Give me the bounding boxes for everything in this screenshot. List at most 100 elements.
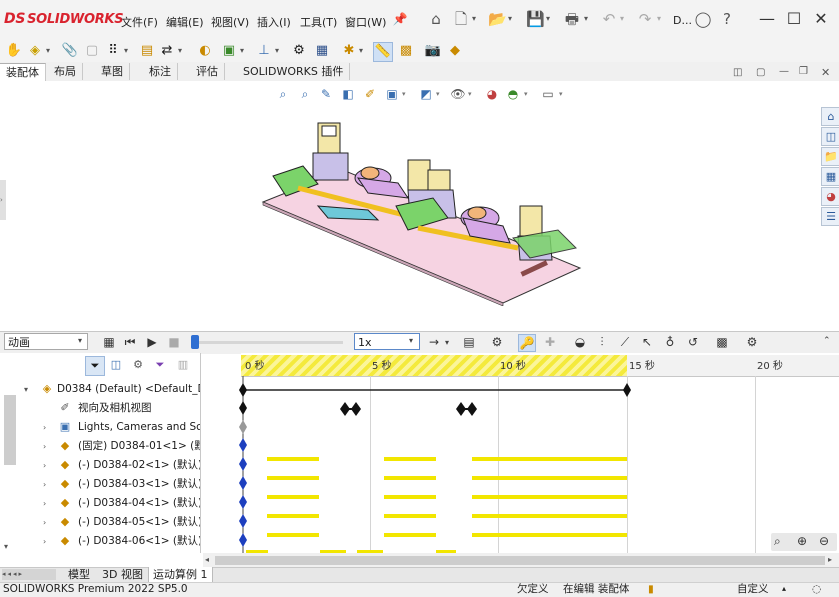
previous-view-icon[interactable]: ✎ [318,86,334,102]
bill-of-materials-icon[interactable]: ▦ [313,42,331,60]
timeline-keys[interactable] [236,376,636,556]
new-document-icon[interactable]: 🗋 [452,10,470,28]
smart-fasteners-icon[interactable]: ▤ [138,42,156,60]
bottom-tab-motion-study-1[interactable]: 运动算例 1 [148,567,213,582]
study-type-select[interactable]: 动画 [4,333,88,350]
expand-chevron-right-icon[interactable]: › [43,494,46,513]
edit-component-icon[interactable]: ✋ [5,42,23,60]
redo-dropdown-icon[interactable]: ▾ [657,14,661,23]
task-pane-design-library-icon[interactable]: 📁 [821,147,839,166]
task-pane-custom-properties-icon[interactable]: ☰ [821,207,839,226]
linear-pattern-icon[interactable]: ⠿ [104,42,122,60]
view-orientation-icon[interactable]: ▣ [384,86,400,102]
assembly-model[interactable] [258,118,588,306]
speed-chevron-down-icon[interactable]: ▾ [409,336,413,345]
expand-chevron-down-icon[interactable]: ▾ [24,380,28,399]
motor-icon[interactable]: ◒ [572,334,588,350]
expand-chevron-right-icon[interactable]: › [43,437,46,456]
hide-show-items-icon[interactable]: 👁 [450,86,466,102]
tree-scroll-down-icon[interactable]: ▾ [4,542,8,551]
filter-selected-icon[interactable]: ⚙ [129,356,147,374]
calculate-icon[interactable]: ▦ [101,334,117,350]
timeline-ruler-extended[interactable] [627,355,839,377]
filter-results-icon[interactable]: ⏷ [151,356,169,374]
add-key-icon[interactable]: ✚ [542,334,558,350]
display-style-icon[interactable]: ◩ [418,86,434,102]
zoom-to-fit-icon[interactable]: ⌕ [275,86,291,102]
zoom-in-timeline-icon[interactable]: ⊕ [797,534,807,548]
timeline-ruler[interactable] [241,355,627,377]
insert-dropdown-icon[interactable]: ▾ [46,46,50,55]
edit-appearance-icon[interactable]: ◕ [484,86,500,102]
playback-mode-dropdown-icon[interactable]: ▾ [445,338,449,347]
orientation-dropdown-icon[interactable]: ▾ [402,90,406,98]
spring-icon[interactable]: ⫶ [594,334,610,350]
force-icon[interactable]: ↖ [639,334,655,350]
display-dropdown-icon[interactable]: ▾ [436,90,440,98]
stop-icon[interactable]: ■ [166,334,182,350]
menu-tools[interactable]: 工具(T) [300,14,337,30]
task-pane-file-explorer-icon[interactable]: ▦ [821,167,839,186]
explode-dropdown-icon[interactable]: ▾ [359,46,363,55]
save-dropdown-icon[interactable]: ▾ [546,14,550,23]
minimize-button[interactable]: — [756,8,778,30]
filter-animated-icon[interactable]: ⏷ [85,356,105,376]
gravity-icon[interactable]: ↺ [685,334,701,350]
menu-edit[interactable]: 编辑(E) [166,14,204,30]
view-settings-dropdown-icon[interactable]: ▾ [559,90,563,98]
instant3d-icon[interactable]: 📏 [373,42,393,62]
collapse-motion-manager-icon[interactable]: ⌃ [823,336,831,346]
unit-system[interactable]: 自定义 [737,582,769,596]
snapshot-icon[interactable]: 📷 [424,42,442,60]
animation-wizard-icon[interactable]: ⚙ [489,334,505,350]
doc-minimize-button[interactable]: — [779,66,789,77]
tree-scrollbar[interactable] [4,395,16,465]
playback-mode-icon[interactable]: → [426,334,442,350]
save-animation-icon[interactable]: ▤ [461,334,477,350]
damper-icon[interactable]: ⟋ [617,334,633,350]
help-icon[interactable]: ? [718,10,736,28]
show-hidden-icon[interactable]: ◐ [196,42,214,60]
tab-scroll-arrows[interactable]: ◂◂◂▸ [2,569,56,580]
expand-chevron-right-icon[interactable]: › [43,475,46,494]
apply-scene-icon[interactable]: ◓ [505,86,521,102]
tree-row-assembly[interactable]: ▾ ◈ D0384 (Default) <Default_Dis [0,380,200,399]
task-pane-appearances-icon[interactable]: ◕ [821,187,839,206]
account-icon[interactable]: ◯ [694,10,712,28]
playback-slider-handle[interactable] [191,335,199,349]
tree-row-view-camera[interactable]: ✐ 视向及相机视图 [0,399,200,418]
task-pane-home-icon[interactable]: ⌂ [821,107,839,126]
play-icon[interactable]: ▶ [144,334,160,350]
expand-chevron-right-icon[interactable]: › [43,418,46,437]
maximize-button[interactable]: ☐ [783,8,805,30]
menu-view[interactable]: 视图(V) [211,14,249,30]
insert-components-icon[interactable]: ◈ [26,42,44,60]
tree-row-part-06[interactable]: › ◆ (-) D0384-06<1> (默认) - [0,532,200,551]
panel-tile-icon[interactable]: ▢ [756,67,765,78]
new-dropdown-icon[interactable]: ▾ [472,14,476,23]
tree-row-part-03[interactable]: › ◆ (-) D0384-03<1> (默认) - [0,475,200,494]
move-component-icon[interactable]: ⇄ [158,42,176,60]
tree-row-part-02[interactable]: › ◆ (-) D0384-02<1> (默认) - [0,456,200,475]
status-options-icon[interactable]: ◌ [812,582,821,596]
unit-system-chevron-up-icon[interactable]: ▴ [782,582,786,596]
filter-driving-icon[interactable]: ◫ [107,356,125,374]
zoom-timeline-icon[interactable]: ▥ [174,356,192,374]
task-pane-3dcontent-icon[interactable]: ◫ [821,127,839,146]
doc-close-button[interactable]: ✕ [821,66,830,79]
new-motion-study-icon[interactable]: ⚙ [290,42,308,60]
close-button[interactable]: ✕ [810,8,832,30]
undo-icon[interactable]: ↶ [600,10,618,28]
menu-window[interactable]: 窗口(W) [345,14,386,30]
update-speedpak-icon[interactable]: ▩ [397,42,415,60]
expand-chevron-right-icon[interactable]: › [43,456,46,475]
tab-solidworks-addins[interactable]: SOLIDWORKS 插件 [237,63,351,80]
feature-tree-toggle[interactable]: › [0,180,6,220]
tab-sketch[interactable]: 草图 [95,63,130,80]
playback-slider-track[interactable] [193,341,343,344]
view-settings-icon[interactable]: ▭ [540,86,556,102]
pattern-dropdown-icon[interactable]: ▾ [124,46,128,55]
timeline-scroll-thumb[interactable] [215,556,825,565]
solidworks-logo[interactable]: DS SOLIDWORKS [4,11,124,27]
tree-row-part-01[interactable]: › ◆ (固定) D0384-01<1> (默认) [0,437,200,456]
